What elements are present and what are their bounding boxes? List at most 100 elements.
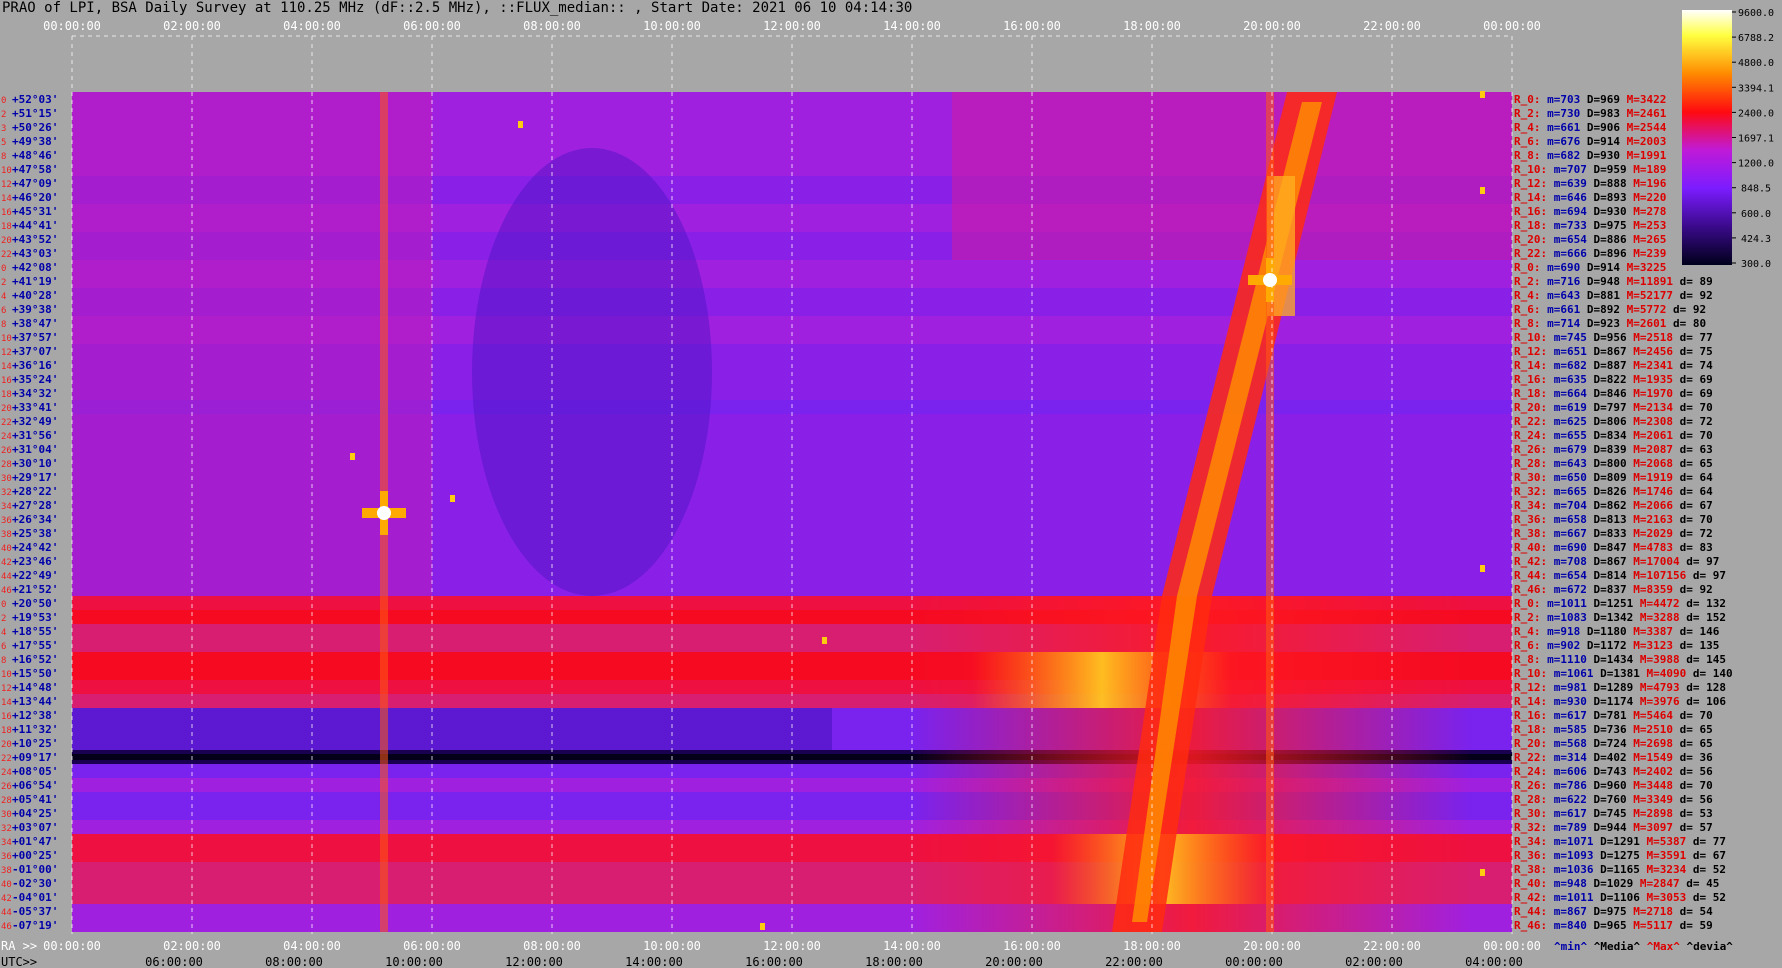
- row-stat-line: R_46: m=672 D=837 M=8359 d= 92: [1514, 583, 1713, 596]
- row-stat-value: m=690: [1541, 261, 1581, 274]
- row-stat-value: d= 128: [1680, 681, 1726, 694]
- row-stat-value: M=189: [1627, 163, 1667, 176]
- row-stat-value: D=923: [1580, 317, 1620, 330]
- row-stat-line: R_18: m=585 D=736 M=2510 d= 65: [1514, 723, 1713, 736]
- row-stat-value: M=2698: [1627, 737, 1673, 750]
- row-stat-value: M=17004: [1627, 555, 1680, 568]
- row-stat-line: R_22: m=314 D=402 M=1549 d= 36: [1514, 751, 1713, 764]
- row-stat-value: D=944: [1587, 821, 1627, 834]
- top-tick-label: 16:00:00: [1003, 19, 1061, 33]
- row-stat-value: R_18:: [1514, 723, 1547, 736]
- declination-label: -02°30': [12, 877, 58, 890]
- row-stat-value: d= 63: [1673, 443, 1713, 456]
- row-stat-value: d= 64: [1673, 471, 1713, 484]
- row-stat-value: d= 57: [1673, 821, 1713, 834]
- row-stat-value: R_28:: [1514, 457, 1547, 470]
- row-stat-line: R_40: m=690 D=847 M=4783 d= 83: [1514, 541, 1713, 554]
- row-stat-value: M=3422: [1620, 93, 1666, 106]
- declination-label: +03°07': [12, 821, 58, 834]
- source-cyg-like-core: [1263, 273, 1277, 287]
- row-stat-value: d= 145: [1680, 653, 1726, 666]
- declination-label: +17°55': [12, 639, 58, 652]
- row-stat-value: D=1029: [1587, 877, 1633, 890]
- utc-tick-label: 16:00:00: [745, 955, 803, 968]
- row-stat-value: M=2601: [1620, 317, 1667, 330]
- row-stat-value: M=11891: [1620, 275, 1673, 288]
- row-index-label: 26: [1, 782, 12, 792]
- utc-tick-label: 14:00:00: [625, 955, 683, 968]
- row-stat-value: M=196: [1627, 177, 1667, 190]
- declination-label: +41°19': [12, 275, 58, 288]
- colorbar-tick-label: 600.0: [1741, 209, 1771, 220]
- row-stat-value: m=704: [1547, 499, 1587, 512]
- row-stat-value: d= 65: [1673, 457, 1713, 470]
- row-stat-value: R_10:: [1514, 331, 1547, 344]
- declination-label: +42°08': [12, 261, 58, 274]
- row-stat-value: m=789: [1547, 821, 1587, 834]
- row-stat-value: M=3349: [1627, 793, 1673, 806]
- row-stat-value: D=1434: [1587, 653, 1634, 666]
- row-stat-value: m=930: [1547, 695, 1587, 708]
- row-index-label: 0: [1, 600, 6, 610]
- row-stat-value: M=278: [1627, 205, 1667, 218]
- row-stat-line: R_10: m=1061 D=1381 M=4090 d= 140: [1514, 667, 1733, 680]
- row-stat-value: m=786: [1547, 779, 1587, 792]
- row-index-label: 28: [1, 460, 12, 470]
- row-stat-value: R_46:: [1514, 583, 1547, 596]
- row-stat-value: d= 77: [1673, 331, 1713, 344]
- row-stat-value: D=837: [1587, 583, 1627, 596]
- ra-tick-label: 12:00:00: [763, 939, 821, 953]
- row-stat-value: m=672: [1547, 583, 1587, 596]
- row-stat-value: d= 65: [1673, 723, 1713, 736]
- ra-tick-label: 06:00:00: [403, 939, 461, 953]
- row-stat-value: d= 72: [1673, 415, 1713, 428]
- row-stat-value: D=956: [1587, 331, 1627, 344]
- declination-label: +16°52': [12, 653, 58, 666]
- declination-label: +19°53': [12, 611, 58, 624]
- row-stat-value: m=676: [1541, 135, 1581, 148]
- row-stat-value: R_4:: [1514, 625, 1541, 638]
- row-stat-value: R_44:: [1514, 905, 1547, 918]
- row-stat-line: R_8: m=714 D=923 M=2601 d= 80: [1514, 317, 1706, 330]
- row-stat-value: M=2544: [1620, 121, 1667, 134]
- row-stat-value: D=745: [1587, 807, 1627, 820]
- row-index-label: 12: [1, 348, 12, 358]
- row-stat-value: R_6:: [1514, 303, 1541, 316]
- row-stat-value: M=2003: [1620, 135, 1666, 148]
- utc-tick-label: 06:00:00: [145, 955, 203, 968]
- declination-label: +18°55': [12, 625, 58, 638]
- row-stat-line: R_20: m=568 D=724 M=2698 d= 65: [1514, 737, 1713, 750]
- declination-label: +39°38': [12, 303, 58, 316]
- declination-label: +01°47': [12, 835, 58, 848]
- row-stat-value: d= 70: [1673, 513, 1713, 526]
- row-stat-value: D=930: [1587, 205, 1627, 218]
- row-stat-value: m=658: [1547, 513, 1587, 526]
- row-stat-line: R_36: m=1093 D=1275 M=3591 d= 67: [1514, 849, 1726, 862]
- row-stat-value: d= 77: [1686, 835, 1726, 848]
- row-stat-value: d= 53: [1673, 807, 1713, 820]
- row-index-label: 14: [1, 362, 12, 372]
- row-stat-value: D=814: [1587, 569, 1627, 582]
- declination-label: +36°16': [12, 359, 58, 372]
- row-stat-value: M=3053: [1640, 891, 1686, 904]
- colorbar-tick-label: 3394.1: [1738, 83, 1774, 94]
- row-stat-value: M=1549: [1627, 751, 1673, 764]
- row-index-label: 38: [1, 530, 12, 540]
- top-tick-label: 12:00:00: [763, 19, 821, 33]
- row-stat-value: R_22:: [1514, 415, 1547, 428]
- row-index-label: 6: [1, 642, 6, 652]
- row-stat-value: m=708: [1547, 555, 1587, 568]
- row-stat-value: R_38:: [1514, 863, 1547, 876]
- row-stat-value: M=3225: [1620, 261, 1666, 274]
- declination-label: -04°01': [12, 891, 58, 904]
- row-stat-value: R_16:: [1514, 709, 1547, 722]
- row-stat-line: R_12: m=981 D=1289 M=4793 d= 128: [1514, 681, 1726, 694]
- top-tick-label: 06:00:00: [403, 19, 461, 33]
- row-stat-value: R_10:: [1514, 667, 1547, 680]
- colorbar-tick-label: 9600.0: [1738, 8, 1774, 19]
- row-stat-value: M=5772: [1620, 303, 1666, 316]
- row-stat-value: D=1174: [1587, 695, 1634, 708]
- row-stat-value: m=840: [1547, 919, 1587, 932]
- declination-label: +09°17': [12, 751, 58, 764]
- row-index-label: 4: [1, 292, 6, 302]
